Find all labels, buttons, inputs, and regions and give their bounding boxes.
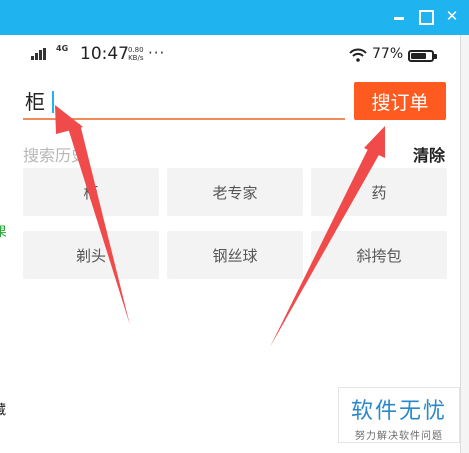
clear-history-button[interactable]: 清除 xyxy=(413,142,445,166)
search-history-title: 搜索历史 xyxy=(23,146,88,165)
history-chip[interactable]: 剃头 xyxy=(23,231,159,279)
status-time: 10:47 xyxy=(80,44,129,64)
background-window-right xyxy=(460,35,469,453)
network-type: 4G xyxy=(56,44,69,53)
history-chip[interactable]: 药 xyxy=(311,168,447,216)
history-chip[interactable]: 斜挎包 xyxy=(311,231,447,279)
watermark-subtitle: 努力解决软件问题 xyxy=(355,431,443,442)
network-speed: 0.80 KB/s xyxy=(128,46,144,62)
speed-value: 0.80 xyxy=(128,46,144,54)
battery-percent: 77% xyxy=(372,46,404,62)
wifi-icon xyxy=(349,48,367,62)
text-caret xyxy=(52,91,54,113)
maximize-icon[interactable] xyxy=(418,9,434,25)
history-chip[interactable]: 柜 xyxy=(23,168,159,216)
battery-tip xyxy=(434,54,437,59)
search-orders-button[interactable]: 搜订单 xyxy=(354,82,446,120)
history-chip[interactable]: 老专家 xyxy=(167,168,303,216)
watermark-title: 软件无忧 xyxy=(350,399,447,424)
search-input[interactable] xyxy=(23,82,345,120)
status-bar: 4G 10:47 0.80 KB/s ··· 77% xyxy=(6,35,460,77)
history-chip[interactable]: 钢丝球 xyxy=(167,231,303,279)
signal-icon xyxy=(31,48,47,60)
battery-fill xyxy=(411,53,426,59)
speed-unit: KB/s xyxy=(128,54,144,62)
window-titlebar: ✕ xyxy=(0,0,469,35)
watermark: 软件无忧 努力解决软件问题 xyxy=(338,387,460,443)
minimize-icon[interactable] xyxy=(392,9,406,23)
close-icon[interactable]: ✕ xyxy=(445,9,459,24)
more-icon: ··· xyxy=(148,44,166,62)
battery-icon xyxy=(408,50,434,62)
